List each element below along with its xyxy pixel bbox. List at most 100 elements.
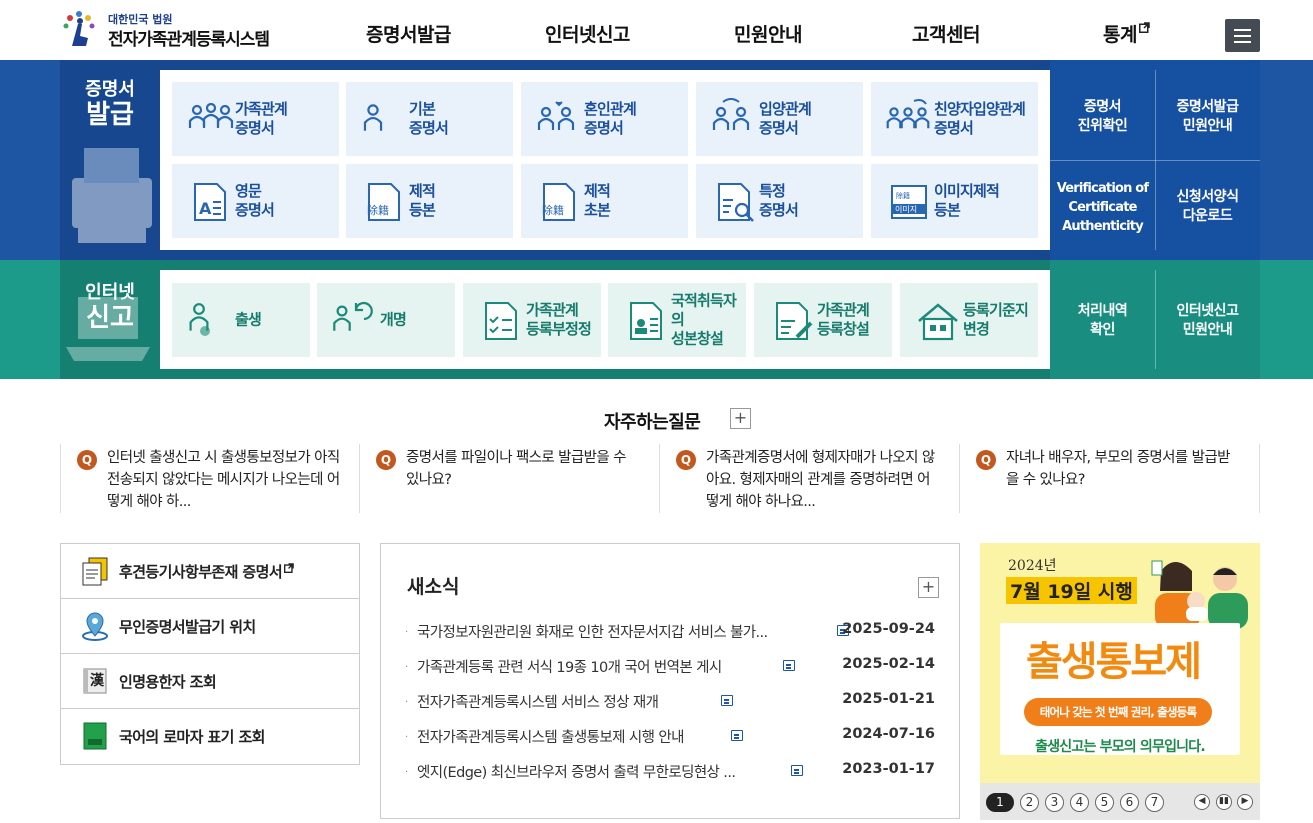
bullet-icon: · — [405, 662, 409, 673]
report-tile[interactable]: 국적취득자의 성본창설 — [608, 283, 746, 357]
court-emblem-icon — [63, 11, 95, 46]
id-doc-icon — [630, 302, 662, 340]
nav-report[interactable]: 인터넷신고 — [545, 20, 630, 47]
news-item[interactable]: · 전자가족관계등록시스템 출생통보제 시행 안내 2024-07-16 — [405, 724, 935, 748]
news-item[interactable]: · 전자가족관계등록시스템 서비스 정상 재개 2025-01-21 — [405, 689, 935, 713]
banner-pill: 태어나 갖는 첫 번째 권리, 출생등록 — [1024, 698, 1212, 726]
report-tile[interactable]: 가족관계 등록부정정 — [463, 283, 601, 357]
svg-text:除籍: 除籍 — [542, 203, 564, 217]
family-adoption-icon — [886, 99, 930, 129]
removed-register-icon: 除籍 — [542, 183, 575, 221]
banner-year: 2024년 — [1008, 558, 1057, 574]
news-title: 새소식 — [407, 576, 460, 598]
location-pin-icon — [82, 612, 108, 641]
adoption-icon — [712, 98, 750, 130]
news-item[interactable]: · 국가정보자원관리원 화재로 인한 전자문서지갑 서비스 불가... 2025-0… — [405, 619, 935, 643]
birth-notification-banner[interactable]: 2024년 7월 19일 시행 출생통보제 태어나 갖는 첫 번째 권리, 출생… — [980, 543, 1260, 783]
site-logo[interactable]: 대한민국 법원 전자가족관계등록시스템 — [60, 8, 280, 52]
faq-question: 증명서를 파일이나 팩스로 발급받을 수 있나요? — [406, 450, 626, 488]
news-item-date: 2025-09-24 — [842, 621, 935, 637]
english-doc-icon: A — [194, 183, 226, 221]
quick-link-kiosk[interactable]: 무인증명서발급기 위치 — [61, 599, 359, 654]
news-item-title: 전자가족관계등록시스템 서비스 정상 재개 — [417, 695, 659, 711]
report-tile[interactable]: 가족관계 등록창설 — [754, 283, 892, 357]
faq-question: 인터넷 출생신고 시 출생통보정보가 아직 전송되지 않았다는 메시지가 나오는… — [107, 450, 340, 510]
quick-link-hanja[interactable]: 漢 인명용한자 조회 — [61, 654, 359, 709]
faq-item[interactable]: Q 증명서를 파일이나 팩스로 발급받을 수 있나요? — [360, 444, 660, 513]
checklist-icon — [485, 302, 517, 340]
faq-q-badge: Q — [676, 450, 696, 470]
external-link-icon — [284, 563, 294, 573]
verify-certificate-link[interactable]: 증명서 진위확인 — [1050, 98, 1155, 136]
report-section-title: 인터넷 신고 — [60, 282, 160, 334]
site-header: 대한민국 법원 전자가족관계등록시스템 증명서발급 인터넷신고 민원안내 고객센… — [0, 0, 1313, 60]
nav-certificate[interactable]: 증명서발급 — [366, 20, 451, 47]
certificate-tile[interactable]: 특정 증명서 — [696, 164, 863, 238]
nav-customer-center[interactable]: 고객센터 — [912, 20, 980, 47]
news-item-title: 국가정보자원관리원 화재로 인한 전자문서지갑 서비스 불가... — [417, 625, 768, 641]
certificate-tile[interactable]: 기본 증명서 — [346, 82, 513, 156]
doc-pen-icon — [776, 302, 813, 340]
hanja-book-icon: 漢 — [83, 668, 107, 694]
pager-dot[interactable]: 4 — [1070, 793, 1089, 812]
certificate-guide-link[interactable]: 증명서발급 민원안내 — [1155, 98, 1260, 136]
printer-icon — [72, 148, 152, 243]
menu-button[interactable] — [1225, 19, 1260, 52]
pager-dot[interactable]: 5 — [1095, 793, 1114, 812]
processing-history-link[interactable]: 처리내역 확인 — [1050, 302, 1155, 340]
news-item-date: 2025-02-14 — [842, 656, 935, 672]
certificate-tile[interactable]: 이미지 除籍 이미지제적 등본 — [871, 164, 1038, 238]
svg-text:除籍: 除籍 — [896, 191, 910, 200]
news-item-title: 가족관계등록 관련 서식 19종 10개 국어 번역본 게시 — [417, 660, 722, 676]
quick-link-guardianship[interactable]: 후견등기사항부존재 증명서 — [61, 544, 359, 599]
news-item[interactable]: · 엣지(Edge) 최신브라우저 증명서 출력 무한로딩현상 ... 2023-0… — [405, 759, 935, 783]
quick-link-label: 후견등기사항부존재 증명서 — [119, 561, 294, 582]
news-panel: 새소식 + · 국가정보자원관리원 화재로 인한 전자문서지갑 서비스 불가...… — [380, 543, 960, 819]
quick-link-label: 무인증명서발급기 위치 — [119, 618, 256, 636]
certificate-tile[interactable]: 除籍 제적 초본 — [521, 164, 688, 238]
certificate-section-title: 증명서 발급 — [60, 79, 160, 131]
quick-link-text: 후견등기사항부존재 증명서 — [119, 563, 283, 581]
verification-english-link[interactable]: Verification of Certificate Authenticity — [1050, 179, 1155, 236]
report-tile[interactable]: 개명 — [317, 283, 455, 357]
report-guide-link[interactable]: 인터넷신고 민원안내 — [1155, 302, 1260, 340]
faq-more-button[interactable]: + — [730, 408, 751, 429]
certificate-tile[interactable]: 친양자입양관계 증명서 — [871, 82, 1038, 156]
faq-item[interactable]: Q 인터넷 출생신고 시 출생통보정보가 아직 전송되지 않았다는 메시지가 나오… — [60, 444, 360, 513]
green-book-icon — [83, 722, 107, 750]
news-item-date: 2023-01-17 — [842, 761, 935, 777]
pause-icon[interactable]: ▮▮ — [1216, 794, 1232, 810]
certificate-tile[interactable]: 除籍 제적 등본 — [346, 164, 513, 238]
certificate-tile[interactable]: 입양관계 증명서 — [696, 82, 863, 156]
news-item-title: 전자가족관계등록시스템 출생통보제 시행 안내 — [417, 730, 684, 746]
faq-item[interactable]: Q 자녀나 배우자, 부모의 증명서를 발급받을 수 있나요? — [960, 444, 1260, 513]
baby-icon — [189, 303, 210, 336]
faq-item[interactable]: Q 가족관계증명서에 형제자매가 나오지 않아요. 형제자매의 관계를 증명하려면… — [660, 444, 960, 513]
quick-link-label: 국어의 로마자 표기 조회 — [119, 728, 265, 746]
logo-title: 전자가족관계등록시스템 — [108, 30, 270, 50]
pager-dot[interactable]: 3 — [1045, 793, 1064, 812]
pager-dot[interactable]: 6 — [1120, 793, 1139, 812]
report-tile[interactable]: 등록기준지 변경 — [900, 283, 1038, 357]
next-icon[interactable]: ▶ — [1237, 794, 1253, 810]
faq-q-badge: Q — [376, 450, 396, 470]
quick-link-romanization[interactable]: 국어의 로마자 표기 조회 — [61, 709, 359, 764]
nav-statistics[interactable]: 통계 — [1103, 20, 1150, 47]
form-download-link[interactable]: 신청서양식 다운로드 — [1155, 188, 1260, 226]
certificate-tile[interactable]: 가족관계 증명서 — [172, 82, 339, 156]
section-title-big: 발급 — [86, 99, 134, 130]
certificate-tile[interactable]: 혼인관계 증명서 — [521, 82, 688, 156]
nav-civil-guide[interactable]: 민원안내 — [734, 20, 802, 47]
news-more-button[interactable]: + — [918, 577, 939, 598]
faq-question: 가족관계증명서에 형제자매가 나오지 않아요. 형제자매의 관계를 증명하려면 … — [706, 450, 935, 510]
prev-icon[interactable]: ◀ — [1194, 794, 1210, 810]
report-tile[interactable]: 출생 — [172, 283, 310, 357]
banner-date: 7월 19일 시행 — [1006, 577, 1137, 604]
pager-dot[interactable]: 7 — [1145, 793, 1164, 812]
pager-dot[interactable]: 2 — [1020, 793, 1039, 812]
pager-dot[interactable]: 1 — [986, 793, 1014, 812]
certificate-tile-label: 기본 증명서 — [409, 100, 449, 137]
news-item[interactable]: · 가족관계등록 관련 서식 19종 10개 국어 번역본 게시 2025-02-1… — [405, 654, 935, 678]
certificate-tile[interactable]: A 영문 증명서 — [172, 164, 339, 238]
certificate-tile-label: 영문 증명서 — [235, 182, 275, 219]
